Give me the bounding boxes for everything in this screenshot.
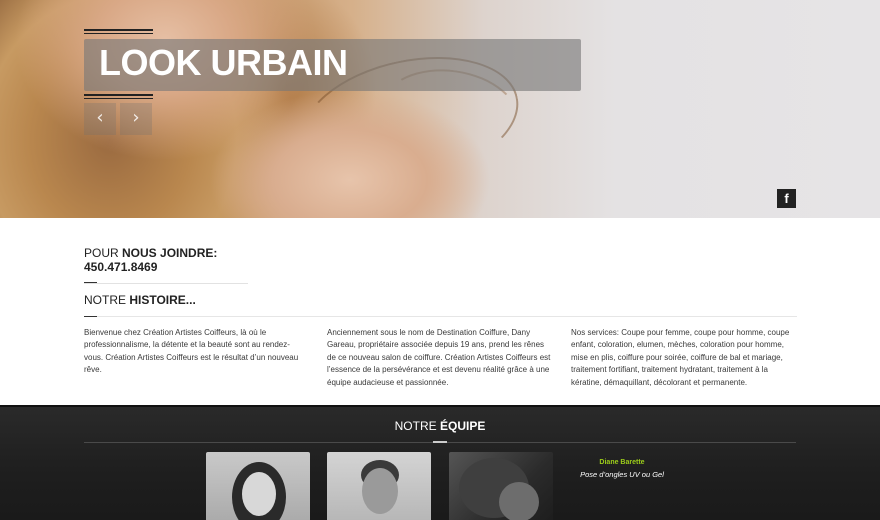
hero-banner: LOOK URBAIN ‹ › f	[0, 0, 880, 218]
story-column-history: Anciennement sous le nom de Destination …	[327, 328, 551, 387]
slider-prev-button[interactable]: ‹	[84, 103, 116, 135]
contact-heading-bold: NOUS JOINDRE:	[122, 246, 218, 260]
team-heading-bold: ÉQUIPE	[439, 419, 486, 433]
contact-phone[interactable]: 450.471.8469	[84, 260, 157, 274]
face-shape	[362, 468, 398, 514]
contact-heading: POUR NOUS JOINDRE:	[84, 246, 217, 260]
team-section: NOTRE ÉQUIPE Diane Barette Pose d’ongles…	[0, 405, 880, 520]
hero-title: LOOK URBAIN	[99, 42, 348, 83]
facebook-icon: f	[784, 191, 789, 206]
story-column-services: Nos services: Coupe pour femme, coupe po…	[571, 328, 790, 387]
team-heading: NOTRE ÉQUIPE	[0, 419, 880, 433]
chevron-right-icon: ›	[132, 107, 140, 128]
chevron-left-icon: ‹	[96, 107, 104, 128]
team-heading-prefix: NOTRE	[394, 419, 440, 433]
divider	[97, 316, 797, 317]
contact-heading-prefix: POUR	[84, 246, 123, 260]
story-heading-bold: HISTOIRE...	[129, 293, 196, 307]
team-member-photo[interactable]	[449, 452, 553, 520]
team-member-name: Diane Barette	[599, 459, 645, 466]
divider	[84, 283, 248, 284]
story-column-welcome: Bienvenue chez Création Artistes Coiffeu…	[84, 328, 299, 375]
team-divider-mark	[433, 441, 447, 443]
hero-title-rule-bottom	[84, 94, 153, 99]
team-member-photo[interactable]	[327, 452, 431, 520]
heading-dash	[84, 316, 97, 317]
slider-next-button[interactable]: ›	[120, 103, 152, 135]
team-member-photo[interactable]	[206, 452, 310, 520]
story-heading: NOTRE HISTOIRE...	[84, 293, 196, 307]
hero-title-rule-top	[84, 29, 153, 34]
heading-dash	[84, 282, 97, 283]
face-shape	[242, 472, 276, 516]
facebook-button[interactable]: f	[777, 189, 796, 208]
face-shape	[499, 482, 539, 520]
team-member-role: Pose d’ongles UV ou Gel	[580, 470, 664, 479]
story-heading-prefix: NOTRE	[84, 293, 130, 307]
